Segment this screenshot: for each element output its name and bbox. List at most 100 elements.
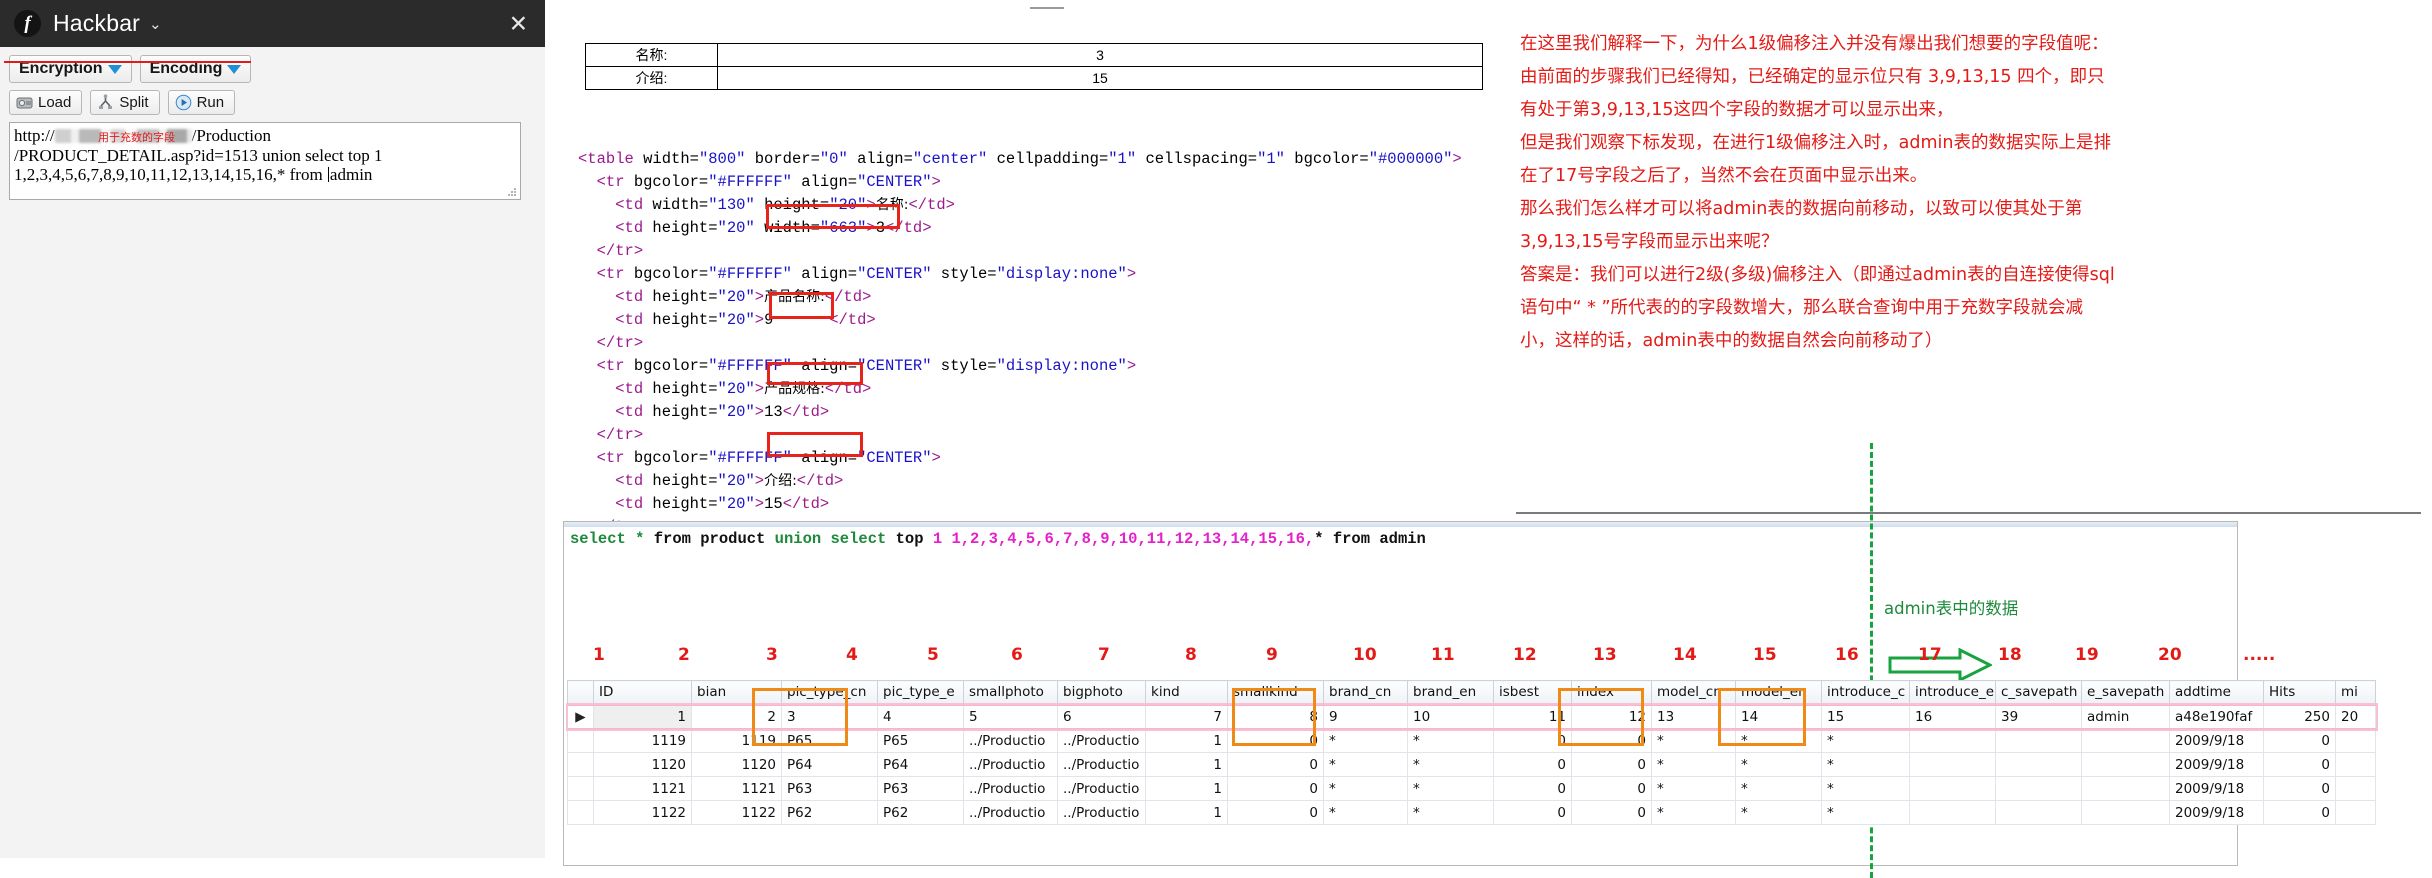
row-marker[interactable]: ▶ (567, 703, 594, 730)
cell-smallkind[interactable]: 0 (1227, 800, 1324, 825)
cell-index[interactable]: 12 (1571, 703, 1652, 730)
cell-Hits[interactable]: 0 (2263, 728, 2336, 753)
column-header-bigphoto[interactable]: bigphoto (1057, 680, 1146, 705)
cell-c_savepath[interactable]: 39 (1995, 703, 2082, 730)
column-header-brand_en[interactable]: brand_en (1407, 680, 1494, 705)
column-header-Hits[interactable]: Hits (2263, 680, 2336, 705)
cell-ID[interactable]: 1120 (593, 752, 692, 777)
cell-model_en[interactable]: * (1735, 728, 1822, 753)
cell-model_en[interactable]: * (1735, 752, 1822, 777)
cell-introduce_c[interactable]: 15 (1821, 703, 1910, 730)
column-header-isbest[interactable]: isbest (1493, 680, 1572, 705)
cell-brand_cn[interactable]: * (1323, 776, 1408, 801)
cell-pic_type_e[interactable]: P64 (877, 752, 964, 777)
resize-handle-icon[interactable] (508, 188, 517, 197)
column-header-index[interactable]: index (1571, 680, 1652, 705)
cell-e_savepath[interactable] (2081, 752, 2170, 777)
cell-c_savepath[interactable] (1995, 752, 2082, 777)
cell-smallkind[interactable]: 8 (1227, 703, 1324, 730)
row-marker[interactable] (567, 776, 594, 801)
column-header-addtime[interactable]: addtime (2169, 680, 2264, 705)
cell-introduce_e[interactable]: 16 (1909, 703, 1996, 730)
cell-addtime[interactable]: 2009/9/18 (2169, 776, 2264, 801)
column-header-ID[interactable]: ID (593, 680, 692, 705)
data-grid[interactable]: ID bian pic_type_cn pic_type_e smallphoto big… (565, 680, 2378, 825)
cell-smallphoto[interactable]: ../Productio (963, 800, 1058, 825)
row-marker[interactable] (567, 728, 594, 753)
cell-introduce_e[interactable] (1909, 728, 1996, 753)
cell-introduce_e[interactable] (1909, 800, 1996, 825)
cell-pic_type_cn[interactable]: P65 (781, 728, 878, 753)
cell-mi[interactable] (2335, 728, 2376, 753)
cell-smallphoto[interactable]: ../Productio (963, 776, 1058, 801)
cell-isbest[interactable]: 0 (1493, 776, 1572, 801)
column-header-pic_type_cn[interactable]: pic_type_cn (781, 680, 878, 705)
cell-addtime[interactable]: 2009/9/18 (2169, 800, 2264, 825)
cell-smallkind[interactable]: 0 (1227, 728, 1324, 753)
cell-pic_type_cn[interactable]: P63 (781, 776, 878, 801)
column-header-model_cn[interactable]: model_cn (1651, 680, 1736, 705)
cell-isbest[interactable]: 0 (1493, 728, 1572, 753)
cell-bian[interactable]: 2 (691, 703, 782, 730)
cell-ID[interactable]: 1122 (593, 800, 692, 825)
cell-brand_en[interactable]: * (1407, 752, 1494, 777)
cell-smallkind[interactable]: 0 (1227, 776, 1324, 801)
split-button[interactable]: Split (90, 90, 160, 115)
cell-model_cn[interactable]: * (1651, 800, 1736, 825)
table-row[interactable]: 1120 1120 P64 P64 ../Productio ../Productio 1 0… (567, 752, 2376, 777)
encoding-button[interactable]: Encoding (139, 55, 252, 83)
cell-addtime[interactable]: 2009/9/18 (2169, 728, 2264, 753)
column-header-smallphoto[interactable]: smallphoto (963, 680, 1058, 705)
cell-index[interactable]: 0 (1571, 776, 1652, 801)
cell-mi[interactable] (2335, 752, 2376, 777)
cell-pic_type_cn[interactable]: P62 (781, 800, 878, 825)
load-button[interactable]: Load (9, 90, 83, 115)
cell-index[interactable]: 0 (1571, 752, 1652, 777)
cell-introduce_c[interactable]: * (1821, 776, 1910, 801)
cell-Hits[interactable]: 0 (2263, 752, 2336, 777)
cell-introduce_e[interactable] (1909, 776, 1996, 801)
cell-brand_en[interactable]: * (1407, 776, 1494, 801)
cell-c_savepath[interactable] (1995, 800, 2082, 825)
cell-index[interactable]: 0 (1571, 800, 1652, 825)
table-row[interactable]: 1119 1119 P65 P65 ../Productio ../Productio 1 0… (567, 728, 2376, 753)
cell-index[interactable]: 0 (1571, 728, 1652, 753)
cell-bian[interactable]: 1120 (691, 752, 782, 777)
cell-mi[interactable] (2335, 776, 2376, 801)
cell-kind[interactable]: 1 (1145, 728, 1228, 753)
cell-ID[interactable]: 1 (593, 703, 692, 730)
column-header-kind[interactable]: kind (1145, 680, 1228, 705)
cell-bian[interactable]: 1119 (691, 728, 782, 753)
cell-smallphoto[interactable]: ../Productio (963, 728, 1058, 753)
cell-brand_en[interactable]: * (1407, 800, 1494, 825)
column-header-marker[interactable] (567, 680, 594, 705)
cell-c_savepath[interactable] (1995, 728, 2082, 753)
cell-model_cn[interactable]: * (1651, 776, 1736, 801)
cell-mi[interactable]: 20 (2335, 703, 2376, 730)
cell-brand_cn[interactable]: * (1323, 800, 1408, 825)
cell-smallkind[interactable]: 0 (1227, 752, 1324, 777)
cell-Hits[interactable]: 0 (2263, 776, 2336, 801)
cell-introduce_c[interactable]: * (1821, 752, 1910, 777)
cell-kind[interactable]: 7 (1145, 703, 1228, 730)
cell-model_cn[interactable]: * (1651, 728, 1736, 753)
column-header-smallkind[interactable]: smallkind (1227, 680, 1324, 705)
cell-Hits[interactable]: 0 (2263, 800, 2336, 825)
column-header-c_savepath[interactable]: c_savepath (1995, 680, 2082, 705)
cell-model_cn[interactable]: 13 (1651, 703, 1736, 730)
cell-bigphoto[interactable]: ../Productio (1057, 752, 1146, 777)
cell-pic_type_cn[interactable]: 3 (781, 703, 878, 730)
cell-c_savepath[interactable] (1995, 776, 2082, 801)
cell-isbest[interactable]: 11 (1493, 703, 1572, 730)
run-button[interactable]: Run (167, 90, 236, 115)
cell-mi[interactable] (2335, 800, 2376, 825)
cell-brand_cn[interactable]: * (1323, 728, 1408, 753)
cell-smallphoto[interactable]: 5 (963, 703, 1058, 730)
cell-pic_type_e[interactable]: P62 (877, 800, 964, 825)
cell-isbest[interactable]: 0 (1493, 752, 1572, 777)
column-header-brand_cn[interactable]: brand_cn (1323, 680, 1408, 705)
chevron-down-icon[interactable]: ⌄ (149, 15, 162, 33)
cell-introduce_c[interactable]: * (1821, 800, 1910, 825)
cell-brand_en[interactable]: * (1407, 728, 1494, 753)
close-icon[interactable]: ✕ (509, 12, 528, 35)
